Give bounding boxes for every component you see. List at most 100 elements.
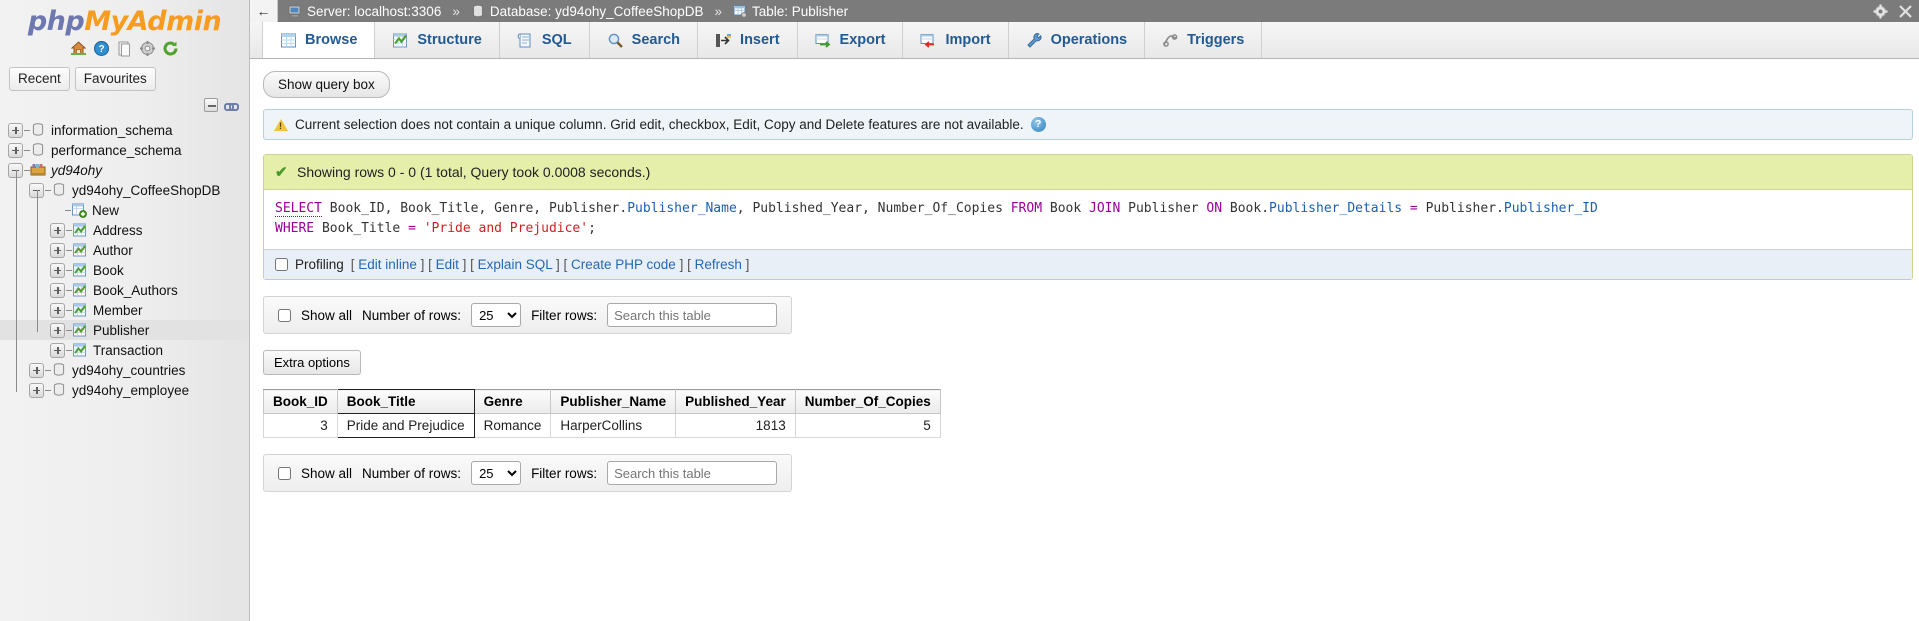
back-button[interactable]: ← (250, 0, 278, 22)
logo-php: php (27, 6, 85, 37)
tree-item-label: Book_Authors (93, 282, 178, 298)
database-icon (30, 142, 46, 158)
profiling-bar: Profiling [ Edit inline ] [ Edit ] [ Exp… (264, 250, 1912, 279)
tree-item-yd94ohy[interactable]: yd94ohy (0, 160, 249, 180)
tree-item-yd94ohy-countries[interactable]: yd94ohy_countries (0, 360, 249, 380)
phpmyadmin-logo[interactable]: phpMyAdmin (0, 0, 249, 37)
docs-icon[interactable] (116, 40, 133, 57)
tab-operations[interactable]: Operations (1009, 22, 1146, 58)
tab-label: Insert (740, 32, 780, 48)
profiling-checkbox[interactable] (275, 258, 288, 271)
expand-toggle-icon[interactable] (50, 322, 65, 338)
expand-toggle-icon[interactable] (50, 342, 65, 358)
tab-import[interactable]: Import (903, 22, 1009, 58)
tree-item-label: yd94ohy_employee (72, 382, 190, 398)
sql-token: FROM (1010, 201, 1043, 216)
column-header-genre[interactable]: Genre (473, 389, 552, 414)
column-header-book_id[interactable]: Book_ID (263, 389, 338, 414)
collapse-all-button[interactable] (204, 98, 218, 112)
recent-tab[interactable]: Recent (9, 67, 70, 91)
sidebar-icon-row: ? (0, 40, 249, 57)
table-cell-number_of_copies[interactable]: 5 (794, 413, 941, 438)
tab-label: Structure (417, 32, 482, 48)
column-header-publisher_name[interactable]: Publisher_Name (550, 389, 677, 414)
column-header-published_year[interactable]: Published_Year (675, 389, 796, 414)
settings-icon[interactable] (139, 40, 156, 57)
sql-token: SELECT (275, 201, 322, 217)
notice-help-icon[interactable]: ? (1030, 117, 1046, 132)
triggers-icon (1162, 32, 1179, 49)
favourites-tab[interactable]: Favourites (74, 67, 156, 91)
home-icon[interactable] (70, 40, 87, 57)
results-body: 3 Pride and Prejudice Romance HarperCollins… (263, 413, 941, 438)
tab-export[interactable]: Export (798, 22, 904, 58)
sql-token: , Published_Year, Number_Of_Copies (736, 201, 1011, 216)
rows-controls-top: Show all Number of rows: 2550100250500 F… (263, 296, 793, 334)
expand-toggle-icon[interactable] (50, 282, 65, 298)
close-icon[interactable] (1898, 4, 1913, 19)
breadcrumb-server[interactable]: Server: localhost:3306 (307, 4, 441, 19)
tab-label: Import (945, 32, 991, 48)
bracket-close: ] (741, 257, 750, 272)
number-of-rows-select-top[interactable]: 2550100250500 (471, 303, 522, 327)
tab-browse[interactable]: Browse (262, 22, 376, 58)
expand-toggle-icon[interactable] (29, 382, 44, 398)
logo-admin: Admin (127, 6, 222, 37)
tree-item-label: Book (93, 262, 124, 278)
table-icon (72, 262, 88, 278)
database-icon (51, 362, 67, 378)
filter-rows-input-bottom[interactable] (607, 461, 778, 485)
expand-toggle-icon[interactable] (8, 122, 23, 138)
help-icon[interactable]: ? (93, 40, 110, 57)
tree-item-performance-schema[interactable]: performance_schema (0, 140, 249, 160)
column-header-book_title[interactable]: Book_Title (336, 389, 475, 414)
expand-toggle-icon[interactable] (8, 142, 23, 158)
number-of-rows-select-bottom[interactable]: 2550100250500 (471, 461, 522, 485)
profiling-link-edit[interactable]: Edit (436, 257, 459, 272)
tree-item-information-schema[interactable]: information_schema (0, 120, 249, 140)
show-all-label-top[interactable]: Show all (301, 308, 352, 323)
sql-token: Publisher. (1425, 201, 1504, 216)
profiling-link-create-php-code[interactable]: Create PHP code (571, 257, 676, 272)
table-cell-genre[interactable]: Romance (473, 413, 552, 438)
reload-icon[interactable] (162, 40, 179, 57)
bracket-close: ] (552, 257, 560, 272)
breadcrumb-table[interactable]: Table: Publisher (752, 4, 848, 19)
table-cell-publisher_name[interactable]: HarperCollins (550, 413, 677, 438)
table-row: 3 Pride and Prejudice Romance HarperCollins… (263, 413, 941, 438)
extra-options-button[interactable]: Extra options (263, 350, 361, 375)
expand-toggle-icon[interactable] (50, 222, 65, 238)
expand-toggle-icon[interactable] (50, 262, 65, 278)
table-cell-published_year[interactable]: 1813 (675, 413, 796, 438)
link-with-main-panel-icon[interactable] (223, 98, 239, 112)
tree-item-yd94ohy-employee[interactable]: yd94ohy_employee (0, 380, 249, 400)
filter-rows-input-top[interactable] (607, 303, 778, 327)
tab-search[interactable]: Search (590, 22, 699, 58)
breadcrumb-database[interactable]: Database: yd94ohy_CoffeeShopDB (490, 4, 704, 19)
warning-icon (274, 118, 288, 131)
show-query-box-button[interactable]: Show query box (263, 71, 390, 98)
expand-toggle-icon[interactable] (29, 362, 44, 378)
tab-sql[interactable]: SQL (500, 22, 590, 58)
show-all-checkbox-top[interactable] (278, 308, 291, 322)
profiling-link-edit-inline[interactable]: Edit inline (358, 257, 417, 272)
show-all-checkbox-bottom[interactable] (278, 466, 291, 480)
gear-icon[interactable] (1873, 4, 1888, 19)
column-header-number_of_copies[interactable]: Number_Of_Copies (794, 389, 941, 414)
show-all-label-bottom[interactable]: Show all (301, 466, 352, 481)
profiling-link-refresh[interactable]: Refresh (695, 257, 742, 272)
tab-triggers[interactable]: Triggers (1145, 22, 1263, 58)
expand-toggle-icon[interactable] (50, 242, 65, 258)
tab-structure[interactable]: Structure (375, 22, 500, 58)
tree-item-label: yd94ohy_countries (72, 362, 186, 378)
tab-insert[interactable]: Insert (698, 22, 798, 58)
profiling-link-explain-sql[interactable]: Explain SQL (478, 257, 553, 272)
expand-toggle-icon[interactable] (50, 302, 65, 318)
tree-item-label: Member (93, 302, 143, 318)
tree-item-label: information_schema (51, 122, 173, 138)
table-cell-book_id[interactable]: 3 (263, 413, 338, 438)
sql-query-display[interactable]: SELECT Book_ID, Book_Title, Genre, Publi… (264, 190, 1912, 250)
table-cell-book_title[interactable]: Pride and Prejudice (336, 413, 475, 438)
profiling-label: Profiling (295, 257, 344, 272)
tree-item-transaction[interactable]: Transaction (0, 340, 249, 360)
